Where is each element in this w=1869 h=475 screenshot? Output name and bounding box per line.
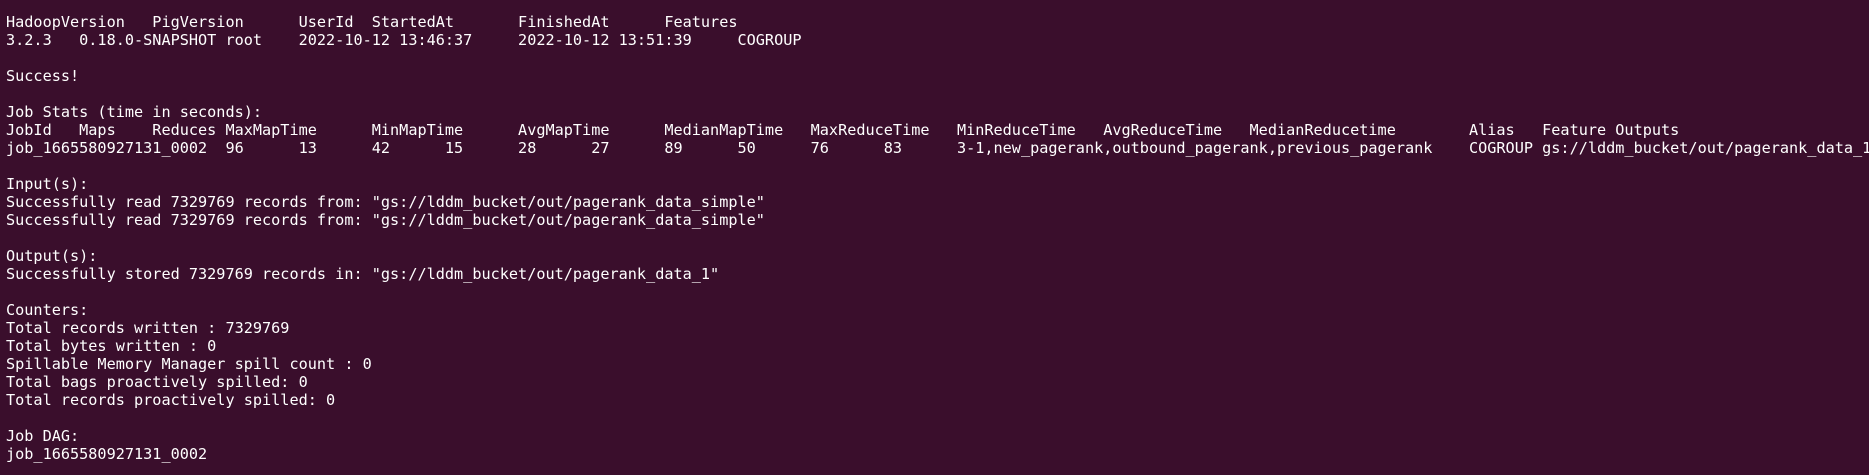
- output-line: Successfully stored 7329769 records in: …: [6, 265, 720, 283]
- input-line: Successfully read 7329769 records from: …: [6, 211, 765, 229]
- job-stats-header-row: JobId Maps Reduces MaxMapTime MinMapTime…: [6, 121, 1680, 139]
- counters-heading: Counters:: [6, 301, 89, 319]
- job-dag-heading: Job DAG:: [6, 427, 80, 445]
- terminal-window[interactable]: HadoopVersion PigVersion UserId StartedA…: [0, 0, 1869, 475]
- outputs-heading: Output(s):: [6, 247, 98, 265]
- job-dag-entry: job_1665580927131_0002: [6, 445, 208, 463]
- job-stats-data-row: job_1665580927131_0002 96 13 42 15 28 27…: [6, 139, 1869, 157]
- job-stats-heading: Job Stats (time in seconds):: [6, 103, 263, 121]
- counter-line: Total records proactively spilled: 0: [6, 391, 336, 409]
- status-success: Success!: [6, 67, 80, 85]
- header-row: HadoopVersion PigVersion UserId StartedA…: [6, 13, 738, 31]
- input-line: Successfully read 7329769 records from: …: [6, 193, 765, 211]
- counter-line: Total bytes written : 0: [6, 337, 217, 355]
- counter-line: Total records written : 7329769: [6, 319, 290, 337]
- version-info-row: 3.2.3 0.18.0-SNAPSHOT root 2022-10-12 13…: [6, 31, 802, 49]
- inputs-heading: Input(s):: [6, 175, 89, 193]
- counter-line: Spillable Memory Manager spill count : 0: [6, 355, 372, 373]
- counter-line: Total bags proactively spilled: 0: [6, 373, 308, 391]
